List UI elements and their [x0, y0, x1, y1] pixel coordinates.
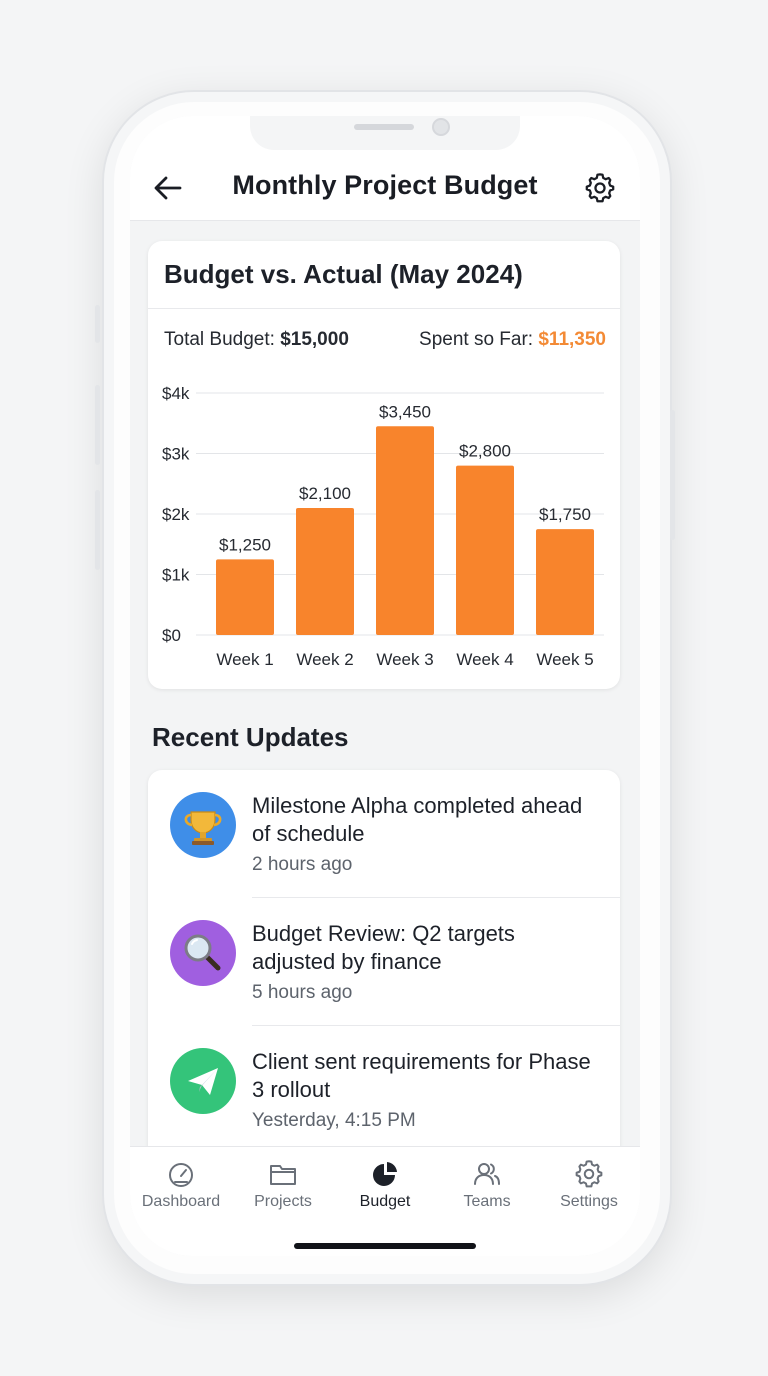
phone-notch — [250, 116, 520, 150]
weekly-spend-bar-chart: $0 $1k $2k $3k $4k $1,250 Week 1 $2,100 Week 2 $3… — [162, 384, 604, 669]
update-item[interactable]: Milestone Alpha completed ahead of sched… — [148, 770, 620, 898]
x-tick-label: Week 3 — [376, 650, 433, 669]
settings-button[interactable] — [584, 172, 616, 204]
bar-value-label: $3,450 — [379, 402, 431, 421]
update-avatar — [170, 920, 236, 986]
tab-label: Teams — [463, 1193, 511, 1210]
tab-projects[interactable]: Projects — [232, 1147, 334, 1227]
y-tick-label: $2k — [162, 505, 190, 524]
page-title: Monthly Project Budget — [232, 170, 538, 200]
y-tick-label: $3k — [162, 445, 190, 464]
tab-label: Dashboard — [141, 1193, 221, 1210]
y-tick-label: $0 — [162, 626, 181, 645]
x-tick-label: Week 5 — [536, 650, 593, 669]
tab-budget[interactable]: Budget — [334, 1147, 436, 1227]
paper-plane-icon — [188, 1068, 218, 1095]
arrow-left-icon — [154, 176, 182, 200]
phone-mute-switch — [95, 305, 100, 343]
spent-label: Spent so Far: — [419, 329, 534, 350]
bar-value-label: $2,800 — [459, 442, 511, 461]
x-tick-label: Week 2 — [296, 650, 353, 669]
tab-dashboard[interactable]: Dashboard — [130, 1147, 232, 1227]
tab-settings[interactable]: Settings — [538, 1147, 640, 1227]
users-icon — [474, 1163, 500, 1185]
bar-value-label: $1,750 — [539, 505, 591, 524]
magnifier-icon — [184, 934, 221, 971]
update-time: 2 hours ago — [252, 854, 353, 875]
total-budget-value: $15,000 — [280, 329, 349, 350]
bar — [376, 426, 434, 635]
app-screen: Monthly Project Budget Budget vs. Actual… — [130, 116, 640, 1256]
x-tick-label: Week 4 — [456, 650, 513, 669]
gear-icon — [585, 173, 615, 203]
gauge-icon — [169, 1163, 193, 1187]
recent-updates-list: Milestone Alpha completed ahead of sched… — [148, 770, 620, 1190]
spent-stat: Spent so Far: $11,350 — [419, 329, 606, 351]
update-item[interactable]: Client sent requirements for Phase 3 rol… — [148, 1026, 620, 1154]
card-title: Budget vs. Actual (May 2024) — [164, 259, 523, 289]
bar-value-label: $1,250 — [219, 535, 271, 554]
tab-label: Settings — [560, 1193, 618, 1210]
bar — [216, 559, 274, 635]
phone-power-button — [670, 410, 675, 540]
bottom-tab-bar: Dashboard Projects Budget Teams Settings — [130, 1146, 640, 1256]
bar — [296, 507, 354, 635]
update-avatar — [170, 1048, 236, 1114]
total-budget-stat: Total Budget: $15,000 — [164, 329, 349, 351]
card-divider — [148, 308, 620, 309]
total-budget-label: Total Budget: — [164, 329, 275, 350]
bar — [536, 529, 594, 635]
update-time: Yesterday, 4:15 PM — [252, 1110, 416, 1131]
y-tick-label: $4k — [162, 384, 190, 403]
spent-value: $11,350 — [538, 329, 606, 350]
app-header: Monthly Project Budget — [130, 116, 640, 221]
notch-speaker — [354, 124, 414, 130]
update-time: 5 hours ago — [252, 982, 353, 1003]
gear-icon — [575, 1160, 603, 1188]
back-button[interactable] — [152, 174, 184, 202]
phone-volume-up-button — [95, 385, 100, 465]
phone-volume-down-button — [95, 490, 100, 570]
update-avatar — [170, 792, 236, 858]
tab-label: Projects — [254, 1193, 312, 1210]
notch-camera — [432, 118, 450, 136]
trophy-icon — [184, 811, 222, 845]
update-item[interactable]: Budget Review: Q2 targets adjusted by fi… — [148, 898, 620, 1026]
tab-teams[interactable]: Teams — [436, 1147, 538, 1227]
budget-chart-card: Budget vs. Actual (May 2024) Total Budge… — [148, 241, 620, 689]
tab-label: Budget — [359, 1193, 411, 1210]
x-tick-label: Week 1 — [216, 650, 273, 669]
update-title: Client sent requirements for Phase 3 rol… — [252, 1049, 591, 1102]
update-title: Budget Review: Q2 targets adjusted by fi… — [252, 921, 515, 974]
home-indicator — [294, 1243, 476, 1249]
bar — [456, 465, 514, 635]
folder-icon — [270, 1165, 296, 1185]
bar-value-label: $2,100 — [299, 484, 351, 503]
y-tick-label: $1k — [162, 566, 190, 585]
pie-chart-icon — [373, 1162, 397, 1186]
update-title: Milestone Alpha completed ahead of sched… — [252, 793, 583, 846]
section-title-recent-updates: Recent Updates — [152, 722, 349, 752]
